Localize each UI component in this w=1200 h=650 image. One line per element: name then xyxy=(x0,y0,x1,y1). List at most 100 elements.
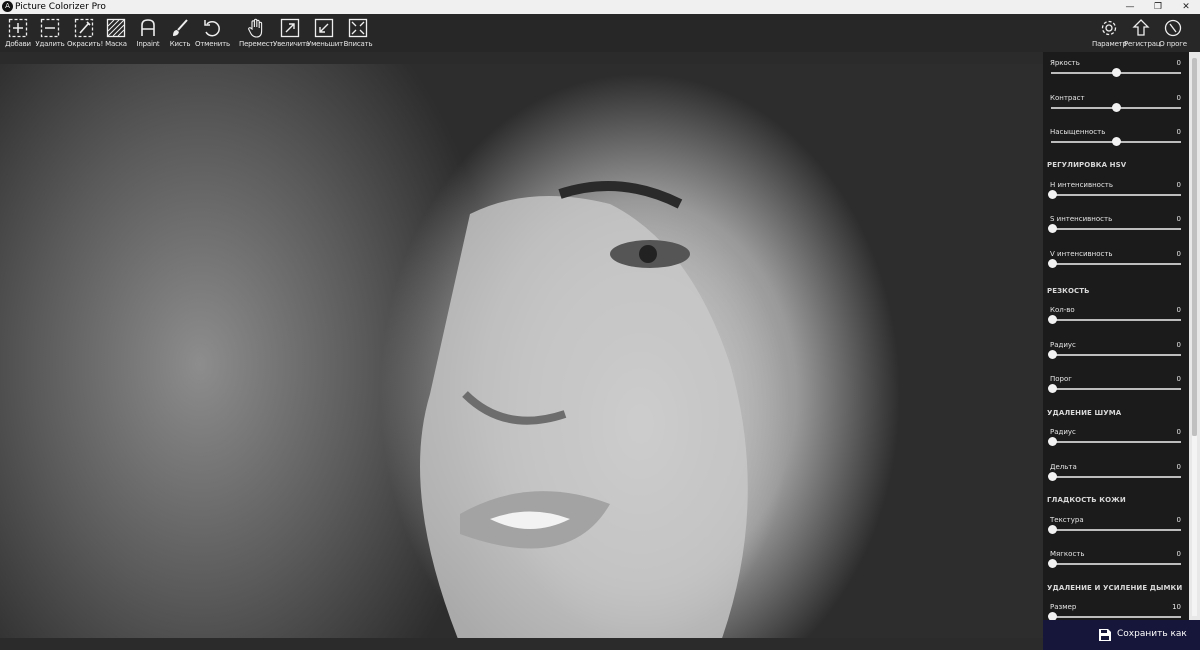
move-button[interactable]: Перемест xyxy=(239,16,273,52)
slider-row-threshold: Порог 0 xyxy=(1043,375,1189,409)
slider-handle[interactable] xyxy=(1048,384,1057,393)
slider-row-h: H интенсивность 0 xyxy=(1043,181,1189,215)
slider-value: 0 xyxy=(1176,550,1181,558)
slider-track[interactable] xyxy=(1051,194,1181,196)
slider-track[interactable] xyxy=(1051,228,1181,230)
slider-label: Дельта xyxy=(1050,463,1077,471)
undo-icon xyxy=(204,20,220,37)
slider-track[interactable] xyxy=(1051,354,1181,356)
settings-button[interactable]: Параметр xyxy=(1092,16,1127,52)
slider-handle[interactable] xyxy=(1048,472,1057,481)
slider-handle[interactable] xyxy=(1048,190,1057,199)
close-button[interactable]: ✕ xyxy=(1172,0,1200,14)
register-button[interactable]: Регистрац xyxy=(1124,16,1161,52)
about-button[interactable]: О проге xyxy=(1156,16,1190,52)
slider-handle[interactable] xyxy=(1048,315,1057,324)
slider-label: Порог xyxy=(1050,375,1072,383)
save-as-button[interactable]: Сохранить как xyxy=(1043,620,1200,650)
slider-value: 0 xyxy=(1176,59,1181,67)
slider-value: 0 xyxy=(1176,215,1181,223)
zoom-out-button[interactable]: Уменьшит xyxy=(307,16,343,52)
slider-handle[interactable] xyxy=(1048,525,1057,534)
maximize-button[interactable]: ❐ xyxy=(1144,0,1172,14)
brush-label: Кисть xyxy=(169,40,191,48)
inpaint-button[interactable]: Inpaint xyxy=(131,16,165,52)
slider-label: Кол-во xyxy=(1050,306,1075,314)
slider-handle[interactable] xyxy=(1112,137,1121,146)
photo-shapes xyxy=(420,181,748,638)
remove-button[interactable]: Удалить xyxy=(33,16,67,52)
brush-button[interactable]: Кисть xyxy=(163,16,197,52)
slider-label: Текстура xyxy=(1050,516,1084,524)
slider-label: S интенсивность xyxy=(1050,215,1113,223)
mask-icon xyxy=(106,18,126,38)
slider-track[interactable] xyxy=(1051,441,1181,443)
mask-label: Маска xyxy=(105,40,127,48)
slider-label: Размер xyxy=(1050,603,1077,611)
title-bar: A Picture Colorizer Pro — ❐ ✕ xyxy=(0,0,1200,14)
save-disk-icon xyxy=(1099,629,1111,641)
colorize-button[interactable]: Окрасить! xyxy=(67,16,103,52)
window-title: Picture Colorizer Pro xyxy=(15,2,106,12)
status-strip xyxy=(0,638,1043,650)
slider-row-radius: Радиус 0 xyxy=(1043,341,1189,375)
fit-label: Вписать xyxy=(343,40,373,48)
slider-handle[interactable] xyxy=(1048,612,1057,620)
slider-row-s: S интенсивность 0 xyxy=(1043,215,1189,249)
slider-row-contrast: Контраст 0 xyxy=(1043,94,1189,128)
inpaint-icon xyxy=(141,19,155,36)
slider-handle[interactable] xyxy=(1048,559,1057,568)
slider-value: 0 xyxy=(1176,128,1181,136)
slider-handle[interactable] xyxy=(1112,68,1121,77)
slider-value: 0 xyxy=(1176,94,1181,102)
move-label: Перемест xyxy=(239,40,274,48)
colorize-icon xyxy=(74,18,94,38)
image-canvas[interactable] xyxy=(0,52,1043,638)
minimize-button[interactable]: — xyxy=(1116,0,1144,14)
section-title-sharpness: РЕЗКОСТЬ xyxy=(1047,287,1090,295)
slider-label: H интенсивность xyxy=(1050,181,1114,189)
slider-label: Радиус xyxy=(1050,428,1076,436)
slider-label: Мягкость xyxy=(1050,550,1085,558)
add-button[interactable]: Добави xyxy=(1,16,35,52)
slider-handle[interactable] xyxy=(1112,103,1121,112)
slider-handle[interactable] xyxy=(1048,224,1057,233)
about-label: О проге xyxy=(1159,40,1187,48)
zoom-in-icon xyxy=(280,18,300,38)
window-controls: — ❐ ✕ xyxy=(1116,0,1200,14)
slider-handle[interactable] xyxy=(1048,437,1057,446)
slider-track[interactable] xyxy=(1051,563,1181,565)
slider-track[interactable] xyxy=(1051,529,1181,531)
section-title-dehaze: УДАЛЕНИЕ И УСИЛЕНИЕ ДЫМКИ xyxy=(1047,584,1183,592)
mask-button[interactable]: Маска xyxy=(99,16,133,52)
slider-track[interactable] xyxy=(1051,319,1181,321)
about-icon xyxy=(1164,19,1182,37)
undo-button[interactable]: Отменить xyxy=(195,16,230,52)
brush-icon xyxy=(173,19,188,36)
add-square-icon xyxy=(8,18,28,38)
zoom-in-label: Увеличить xyxy=(273,40,310,48)
scrollbar-track-lower[interactable] xyxy=(1192,436,1197,616)
zoom-in-button[interactable]: Увеличить xyxy=(273,16,310,52)
slider-value: 0 xyxy=(1176,428,1181,436)
scrollbar-thumb[interactable] xyxy=(1192,58,1197,436)
slider-track[interactable] xyxy=(1051,388,1181,390)
fit-button[interactable]: Вписать xyxy=(341,16,375,52)
section-title-denoise: УДАЛЕНИЕ ШУМА xyxy=(1047,409,1122,417)
slider-row-amount: Кол-во 0 xyxy=(1043,306,1189,340)
slider-track[interactable] xyxy=(1051,616,1181,618)
photo-image[interactable] xyxy=(0,64,1043,638)
slider-label: Контраст xyxy=(1050,94,1085,102)
slider-track[interactable] xyxy=(1051,476,1181,478)
slider-value: 0 xyxy=(1176,181,1181,189)
slider-value: 0 xyxy=(1176,375,1181,383)
slider-value: 0 xyxy=(1176,463,1181,471)
slider-track[interactable] xyxy=(1051,263,1181,265)
hand-icon xyxy=(248,18,263,38)
slider-handle[interactable] xyxy=(1048,350,1057,359)
slider-handle[interactable] xyxy=(1048,259,1057,268)
slider-label: Радиус xyxy=(1050,341,1076,349)
slider-value: 0 xyxy=(1176,341,1181,349)
slider-value: 10 xyxy=(1172,603,1181,611)
slider-label: V интенсивность xyxy=(1050,250,1113,258)
